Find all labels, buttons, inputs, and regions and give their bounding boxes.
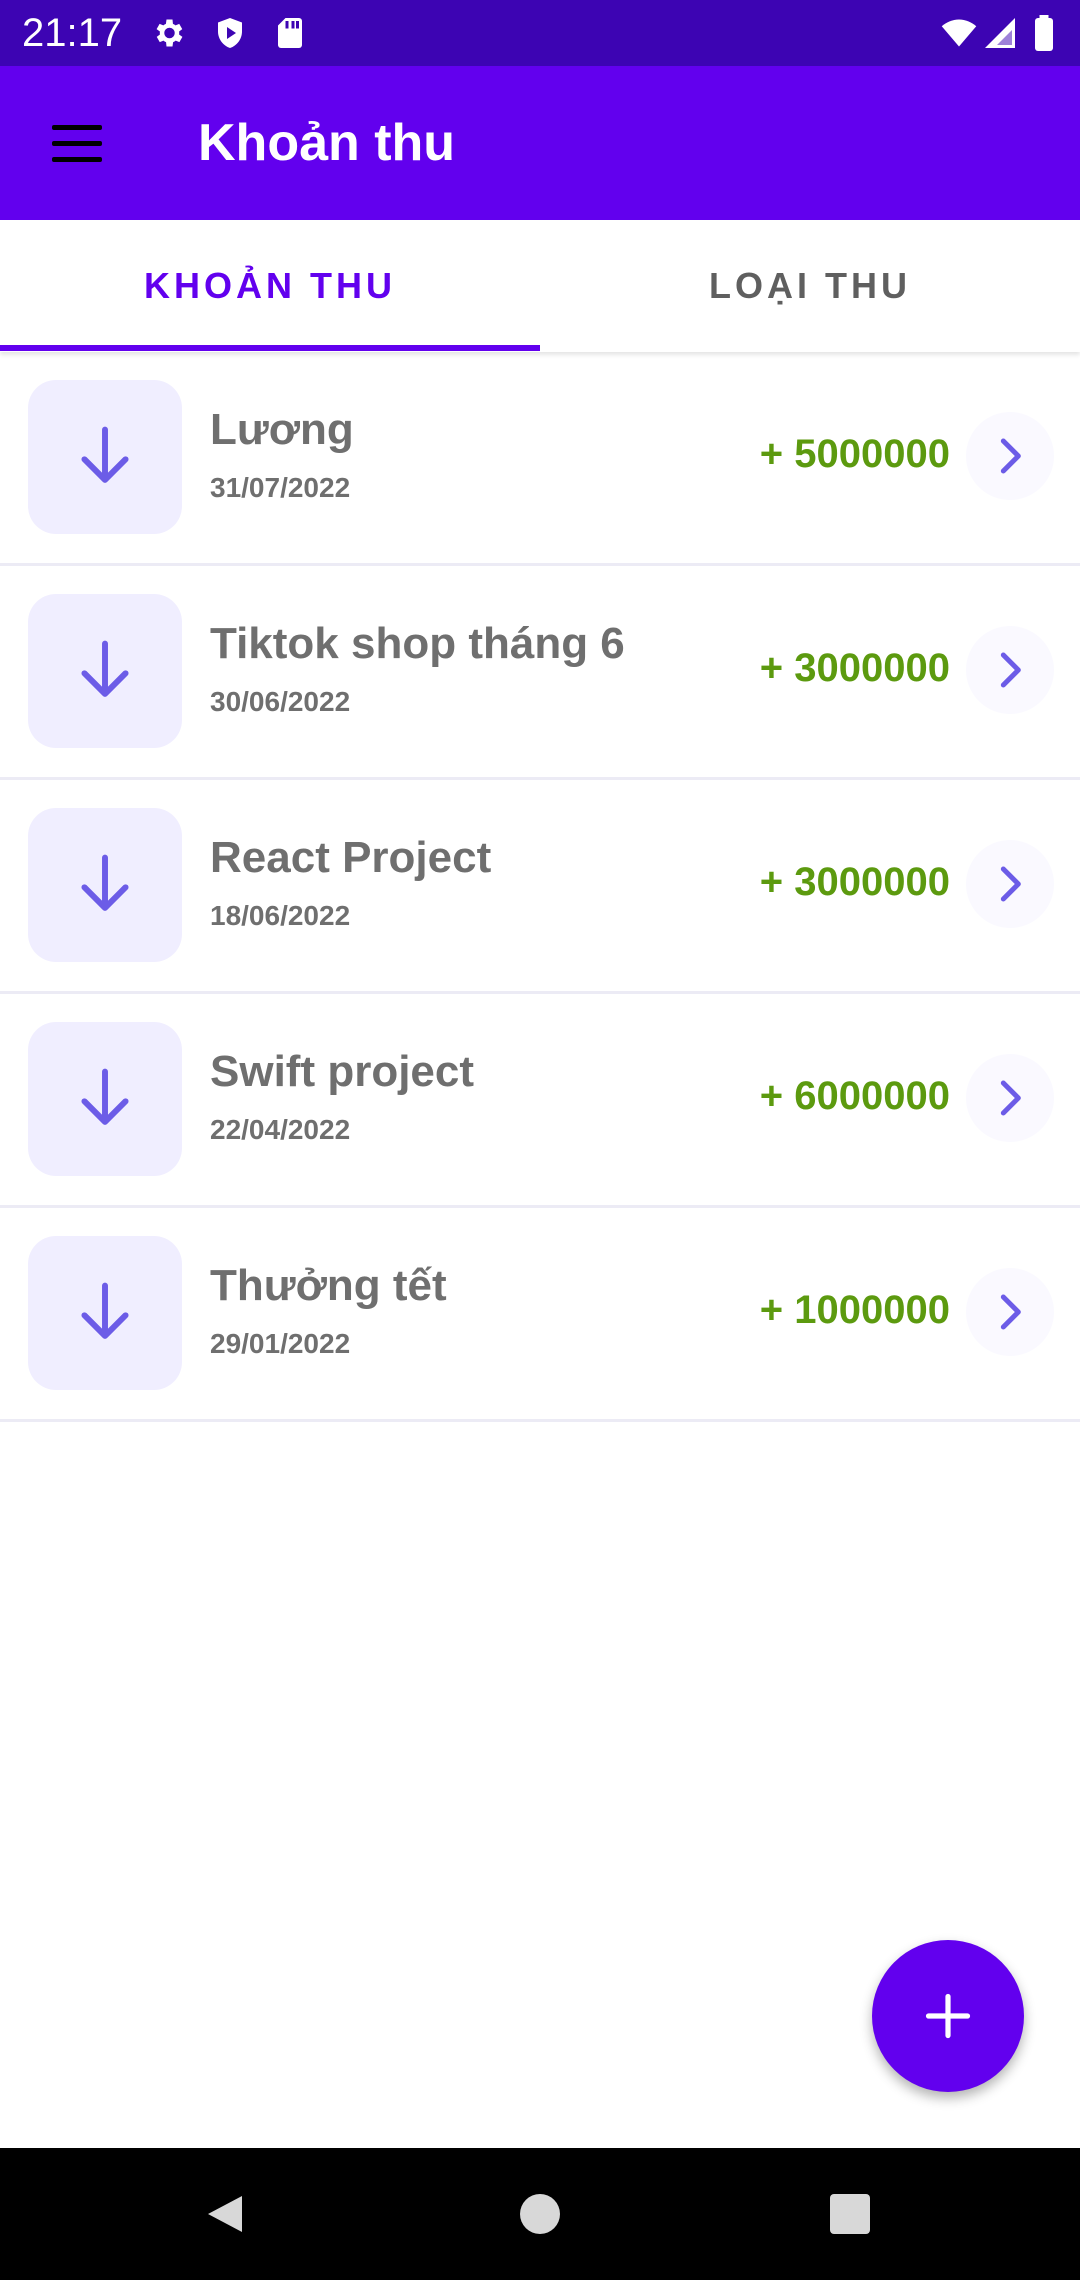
income-title: Thưởng tết xyxy=(210,1261,447,1310)
income-amount: + 1000000 xyxy=(759,1288,950,1332)
income-date: 29/01/2022 xyxy=(210,1328,351,1359)
income-date: 18/06/2022 xyxy=(210,900,351,931)
arrow-down-icon xyxy=(81,1282,129,1339)
chevron-right-button[interactable] xyxy=(966,412,1054,500)
chevron-right-button[interactable] xyxy=(966,1054,1054,1142)
income-amount: + 5000000 xyxy=(759,432,950,476)
recents-icon[interactable] xyxy=(826,2190,874,2238)
plus-icon xyxy=(925,1993,971,2039)
arrow-down-icon xyxy=(81,640,129,697)
income-icon-box xyxy=(28,380,182,534)
income-title: React Project xyxy=(210,833,492,882)
screen: 21:17 Khoản thu KHOẢN THU LOẠI THU Lương… xyxy=(0,0,1080,2280)
list-item[interactable]: Lương 31/07/2022 + 5000000 xyxy=(0,352,1080,566)
tab-bar: KHOẢN THU LOẠI THU xyxy=(0,220,1080,352)
tab-loai-thu[interactable]: LOẠI THU xyxy=(540,220,1080,352)
list-item[interactable]: React Project 18/06/2022 + 3000000 xyxy=(0,780,1080,994)
list-item[interactable]: Tiktok shop tháng 6 30/06/2022 + 3000000 xyxy=(0,566,1080,780)
income-icon-box xyxy=(28,1236,182,1390)
add-income-button[interactable] xyxy=(872,1940,1024,2092)
income-date: 31/07/2022 xyxy=(210,472,351,503)
tab-indicator xyxy=(0,345,540,351)
chevron-right-icon xyxy=(1000,866,1021,902)
chevron-right-icon xyxy=(1000,652,1021,688)
income-date: 30/06/2022 xyxy=(210,686,351,717)
chevron-right-button[interactable] xyxy=(966,840,1054,928)
chevron-right-icon xyxy=(1000,438,1021,474)
income-amount: + 3000000 xyxy=(759,860,950,904)
chevron-right-button[interactable] xyxy=(966,626,1054,714)
app-bar: Khoản thu xyxy=(0,66,1080,220)
income-amount: + 3000000 xyxy=(759,646,950,690)
income-title: Lương xyxy=(210,405,354,454)
settings-icon xyxy=(156,19,183,47)
arrow-down-icon xyxy=(81,426,129,483)
tab-khoan-thu[interactable]: KHOẢN THU xyxy=(0,220,540,352)
shield-icon xyxy=(218,18,242,48)
menu-button[interactable] xyxy=(44,113,108,173)
chevron-right-icon xyxy=(1000,1080,1021,1116)
system-nav-bar xyxy=(0,2148,1080,2280)
income-list: Lương 31/07/2022 + 5000000 Tiktok shop t… xyxy=(0,352,1080,1422)
income-icon-box xyxy=(28,808,182,962)
status-time: 21:17 xyxy=(22,11,123,55)
arrow-down-icon xyxy=(81,1068,129,1125)
income-date: 22/04/2022 xyxy=(210,1114,351,1145)
page-title: Khoản thu xyxy=(198,114,456,172)
income-icon-box xyxy=(28,1022,182,1176)
back-icon[interactable] xyxy=(202,2190,250,2238)
income-title: Tiktok shop tháng 6 xyxy=(210,619,625,668)
home-icon[interactable] xyxy=(516,2190,564,2238)
list-item[interactable]: Swift project 22/04/2022 + 6000000 xyxy=(0,994,1080,1208)
sd-card-icon xyxy=(278,18,302,48)
signal-icon xyxy=(985,18,1015,48)
chevron-right-icon xyxy=(1000,1294,1021,1330)
arrow-down-icon xyxy=(81,854,129,911)
status-bar: 21:17 xyxy=(0,0,1080,66)
chevron-right-button[interactable] xyxy=(966,1268,1054,1356)
wifi-icon xyxy=(941,19,977,47)
list-item[interactable]: Thưởng tết 29/01/2022 + 1000000 xyxy=(0,1208,1080,1422)
battery-icon xyxy=(1035,15,1053,51)
income-title: Swift project xyxy=(210,1047,475,1096)
income-icon-box xyxy=(28,594,182,748)
income-amount: + 6000000 xyxy=(759,1074,950,1118)
